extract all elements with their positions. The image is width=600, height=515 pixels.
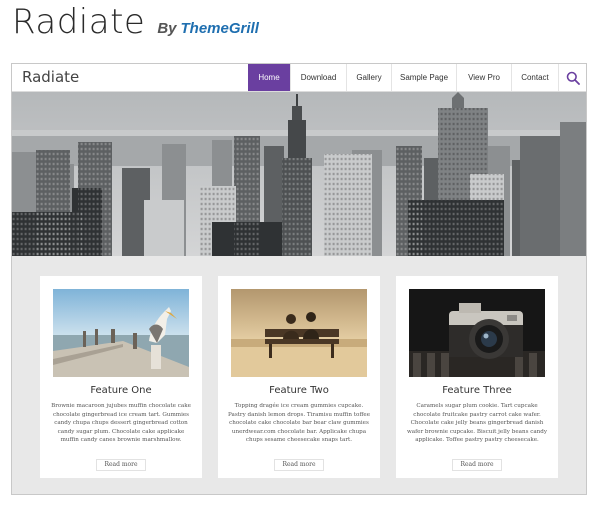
feature-description: Brownie macaroon jujubes muffin chocolat… xyxy=(51,403,191,444)
feature-image-camera xyxy=(409,289,545,377)
theme-header: Radiate By ThemeGrill xyxy=(12,0,259,50)
nav-item-home[interactable]: Home xyxy=(248,64,290,91)
nav-item-contact[interactable]: Contact xyxy=(511,64,558,91)
feature-description: Topping dragée ice cream gummies cupcake… xyxy=(227,403,371,444)
nav-item-gallery[interactable]: Gallery xyxy=(346,64,391,91)
feature-title: Feature One xyxy=(90,385,152,396)
read-more-button[interactable]: Read more xyxy=(452,459,502,471)
site-title[interactable]: Radiate xyxy=(22,68,79,86)
feature-title: Feature Three xyxy=(442,385,512,396)
feature-card: Feature Three Caramels sugar plum cookie… xyxy=(396,276,558,478)
nav-item-download[interactable]: Download xyxy=(290,64,346,91)
main-nav: Home Download Gallery Sample Page View P… xyxy=(248,64,586,91)
author-link[interactable]: ThemeGrill xyxy=(181,20,259,37)
feature-description: Caramels sugar plum cookie. Tart cupcake… xyxy=(406,403,548,444)
read-more-button[interactable]: Read more xyxy=(96,459,146,471)
feature-image-pelican xyxy=(53,289,189,377)
hero-image xyxy=(12,92,586,256)
site-preview: Radiate Home Download Gallery Sample Pag… xyxy=(11,63,587,495)
feature-title: Feature Two xyxy=(269,385,329,396)
search-button[interactable] xyxy=(558,64,586,91)
feature-card: Feature Two Topping dragée ice cream gum… xyxy=(218,276,380,478)
byline-prefix: By xyxy=(157,20,177,37)
feature-card: Feature One Brownie macaroon jujubes muf… xyxy=(40,276,202,478)
feature-image-bench xyxy=(231,289,367,377)
nav-item-sample-page[interactable]: Sample Page xyxy=(391,64,456,91)
features-section: Feature One Brownie macaroon jujubes muf… xyxy=(12,276,586,478)
theme-title: Radiate xyxy=(12,2,146,42)
search-icon xyxy=(566,71,580,85)
theme-byline: By ThemeGrill xyxy=(157,20,259,37)
nav-item-view-pro[interactable]: View Pro xyxy=(456,64,511,91)
read-more-button[interactable]: Read more xyxy=(274,459,324,471)
site-header: Radiate Home Download Gallery Sample Pag… xyxy=(12,64,586,92)
